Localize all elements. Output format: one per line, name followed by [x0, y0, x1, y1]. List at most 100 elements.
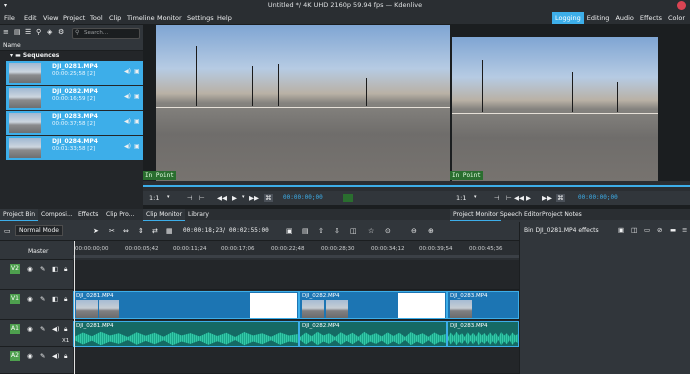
project-monitor-ruler[interactable]: [450, 181, 690, 191]
zoom-in-icon[interactable]: ⊕: [428, 227, 434, 235]
menu-clip[interactable]: Clip: [109, 11, 121, 25]
favorite-icon[interactable]: ☆: [368, 227, 374, 235]
extract-icon[interactable]: ⇩: [334, 227, 340, 235]
video-icon[interactable]: ▣: [134, 68, 140, 75]
close-window-button[interactable]: [677, 1, 686, 10]
track-header-a2[interactable]: A2 ◉ ✎ ◀) 🔒︎: [0, 347, 73, 374]
mute-icon[interactable]: ◀): [52, 352, 60, 360]
visibility-icon[interactable]: ◧: [52, 295, 58, 303]
bin-clip-row[interactable]: DJI_0281.MP4 00:00:25;58 [2] ◀) ▣: [6, 61, 143, 85]
rewind-icon[interactable]: ◀◀: [217, 194, 227, 202]
tab-library[interactable]: Library: [185, 209, 212, 220]
target-icon[interactable]: ◉: [27, 352, 33, 360]
layout-editing[interactable]: Editing: [584, 12, 613, 24]
out-point-icon[interactable]: ⊢: [506, 194, 512, 202]
zoom-out-icon[interactable]: ⊖: [411, 227, 417, 235]
menu-monitor[interactable]: Monitor: [157, 11, 182, 25]
video-icon[interactable]: ▣: [134, 143, 140, 150]
lift-icon[interactable]: ⇧: [318, 227, 324, 235]
timeline-ruler[interactable]: 00:00:00;00 00:00:05;42 00:00:11;24 00:0…: [73, 241, 519, 260]
settings-icon[interactable]: ⚙: [58, 28, 64, 36]
layout-logging[interactable]: Logging: [552, 12, 584, 24]
window-menu-icon[interactable]: ▾: [4, 2, 7, 9]
zoom-dropdown-icon[interactable]: ▾: [167, 194, 170, 200]
track-v1[interactable]: DJI_0281.MP4 DJI_0282.MP4 DJI_0283.MP4: [73, 290, 519, 320]
layout-audio[interactable]: Audio: [612, 12, 636, 24]
spacer-tool-icon[interactable]: ⇔: [123, 227, 129, 235]
in-point-icon[interactable]: ⊣: [187, 194, 193, 202]
play-icon[interactable]: ▶: [526, 194, 531, 202]
audio-icon[interactable]: ◀): [124, 118, 131, 125]
collapse-icon[interactable]: ▬: [670, 226, 676, 234]
menu-help[interactable]: Help: [217, 11, 232, 25]
edit-icon[interactable]: ✎: [40, 295, 45, 303]
overlay-toggle-icon[interactable]: ⌘: [264, 194, 273, 202]
tab-project-bin[interactable]: Project Bin: [0, 209, 39, 221]
track-header-a1[interactable]: A1 ◉ ✎ ◀) 🔒︎ X1: [0, 320, 73, 347]
visibility-icon[interactable]: ◧: [52, 265, 58, 273]
edit-icon[interactable]: ✎: [40, 352, 45, 360]
clip-monitor-video[interactable]: [156, 25, 450, 181]
bin-search-input[interactable]: Search...: [72, 28, 140, 39]
video-clip[interactable]: DJI_0281.MP4: [73, 291, 299, 319]
edit-icon[interactable]: ✎: [40, 325, 45, 333]
lock-icon[interactable]: 🔒︎: [64, 352, 67, 361]
video-icon[interactable]: ▣: [134, 93, 140, 100]
lock-icon[interactable]: 🔒︎: [64, 265, 67, 274]
out-point-icon[interactable]: ⊢: [199, 194, 205, 202]
audio-icon[interactable]: ◀): [124, 68, 131, 75]
project-timecode[interactable]: 00:00:00;00: [578, 194, 618, 201]
sequences-folder[interactable]: ▾ ▬ Sequences: [0, 51, 143, 60]
snap-icon[interactable]: ◫: [350, 227, 357, 235]
target-icon[interactable]: ◉: [27, 325, 33, 333]
edit-icon[interactable]: ✎: [40, 265, 45, 273]
menu-timeline[interactable]: Timeline: [127, 11, 155, 25]
tab-clip-monitor[interactable]: Clip Monitor: [143, 209, 186, 221]
overwrite-icon[interactable]: ▤: [302, 227, 309, 235]
track-a1[interactable]: DJI_0281.MP4 DJI_0282.MP4 DJI_0283.MP4: [73, 320, 519, 347]
slip-tool-icon[interactable]: ⇕: [138, 227, 144, 235]
bin-column-name[interactable]: Name: [0, 41, 143, 51]
audio-mix-icon[interactable]: ⊙: [385, 227, 391, 235]
hamburger-menu-icon[interactable]: ≡: [3, 28, 9, 36]
lock-icon[interactable]: 🔒︎: [64, 325, 67, 334]
lock-icon[interactable]: 🔒︎: [64, 295, 67, 304]
filter-icon[interactable]: ⚲: [36, 28, 41, 36]
track-v2[interactable]: [73, 260, 519, 290]
razor-tool-icon[interactable]: ✂: [109, 227, 115, 235]
menu-settings[interactable]: Settings: [187, 11, 214, 25]
menu-tool[interactable]: Tool: [90, 11, 103, 25]
overlay-toggle-icon[interactable]: ⌘: [556, 194, 565, 202]
tab-compositions[interactable]: Composi...: [38, 209, 76, 220]
forward-icon[interactable]: ▶▶: [542, 194, 552, 202]
video-clip[interactable]: DJI_0283.MP4: [447, 291, 519, 319]
selection-tool-icon[interactable]: ➤: [93, 227, 99, 235]
bin-clip-row[interactable]: DJI_0282.MP4 00:00:16;59 [2] ◀) ▣: [6, 86, 143, 110]
multicam-tool-icon[interactable]: ▦: [166, 227, 173, 235]
tag-icon[interactable]: ◈: [47, 28, 52, 36]
split-view-icon[interactable]: ◫: [631, 226, 637, 234]
tab-clip-properties[interactable]: Clip Pro...: [103, 209, 137, 220]
track-menu-icon[interactable]: ▭: [4, 227, 11, 235]
tab-project-monitor[interactable]: Project Monitor: [450, 209, 502, 221]
project-zoom-select[interactable]: 1:1: [456, 194, 466, 202]
clip-monitor-ruler[interactable]: [143, 181, 450, 191]
tab-effects[interactable]: Effects: [75, 209, 101, 220]
edit-mode-select[interactable]: Normal Mode: [15, 225, 63, 236]
clip-zoom-select[interactable]: 1:1: [149, 194, 159, 202]
audio-icon[interactable]: ◀): [124, 143, 131, 150]
forward-icon[interactable]: ▶▶: [249, 194, 259, 202]
eye-icon[interactable]: ◉: [27, 295, 33, 303]
bin-clip-row[interactable]: DJI_0284.MP4 00:01:33;58 [2] ◀) ▣: [6, 136, 143, 160]
ripple-tool-icon[interactable]: ⇄: [152, 227, 158, 235]
bin-clip-row[interactable]: DJI_0283.MP4 00:00:37;58 [2] ◀) ▣: [6, 111, 143, 135]
clip-timecode[interactable]: 00:00:00;00: [283, 194, 323, 201]
audio-clip[interactable]: DJI_0282.MP4: [299, 321, 447, 347]
menu-icon[interactable]: ≡: [682, 226, 687, 234]
zoom-dropdown-icon[interactable]: ▾: [474, 194, 477, 200]
save-stack-icon[interactable]: ▭: [644, 226, 650, 234]
audio-icon[interactable]: ◀): [124, 93, 131, 100]
timeline-position[interactable]: 00:00:18;23: [183, 227, 223, 234]
audio-clip[interactable]: DJI_0281.MP4: [73, 321, 299, 347]
disable-icon[interactable]: ⊘: [657, 226, 662, 234]
